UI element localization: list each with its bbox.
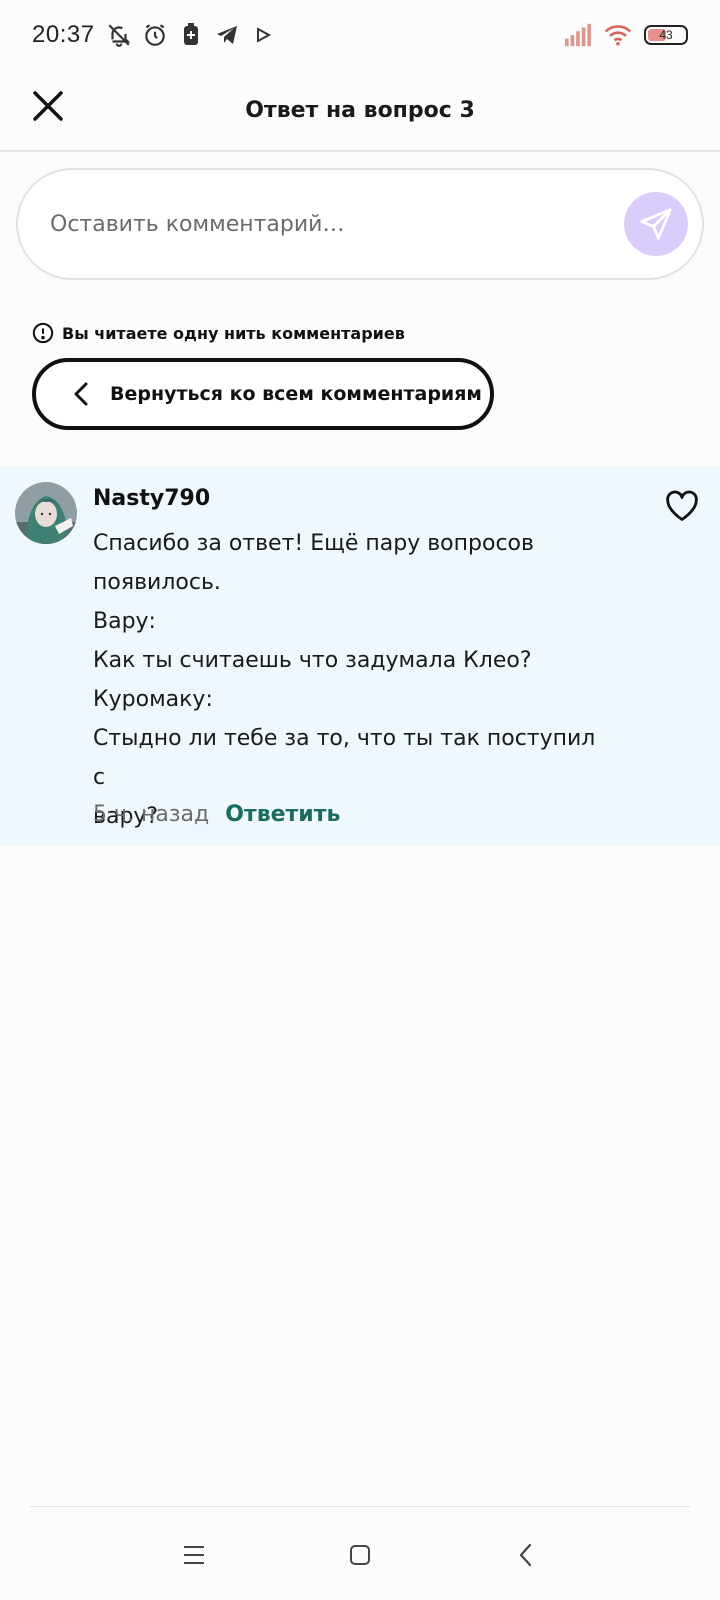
- comment-text: Спасибо за ответ! Ещё пару вопросов появ…: [93, 524, 613, 836]
- comment-line: Стыдно ли тебе за то, что ты так поступи…: [93, 726, 596, 790]
- send-icon: [640, 208, 672, 240]
- comment-meta: 5 ч. назад Ответить: [93, 802, 340, 827]
- close-button[interactable]: [28, 86, 68, 126]
- thread-notice: Вы читаете одну нить комментариев: [32, 322, 405, 344]
- like-button[interactable]: [664, 488, 700, 524]
- comment-line: Куромаку:: [93, 687, 213, 712]
- status-time: 20:37: [32, 21, 95, 48]
- signal-icon: [564, 21, 592, 49]
- menu-icon: [184, 1546, 204, 1564]
- avatar[interactable]: [15, 482, 77, 544]
- nav-divider: [30, 1506, 690, 1507]
- play-icon: [249, 21, 277, 49]
- home-icon: [350, 1545, 370, 1565]
- page-title: Ответ на вопрос 3: [245, 97, 475, 123]
- battery-level: 43: [659, 28, 673, 42]
- comment-timestamp: 5 ч. назад: [93, 802, 210, 827]
- comment-input-container: [16, 168, 704, 280]
- heart-icon: [666, 490, 698, 521]
- comment-input[interactable]: [50, 211, 590, 237]
- alarm-icon: [141, 21, 169, 49]
- header: Ответ на вопрос 3: [0, 70, 720, 152]
- comment-line: Спасибо за ответ! Ещё пару вопросов: [93, 531, 534, 556]
- close-icon: [33, 91, 63, 121]
- comment-line: Как ты считаешь что задумала Клео?: [93, 648, 532, 673]
- battery-icon: 43: [644, 25, 688, 45]
- comment-line: Вару:: [93, 609, 156, 634]
- battery-saver-icon: [177, 21, 205, 49]
- info-icon: [32, 322, 54, 344]
- chevron-left-icon: [62, 374, 102, 414]
- thread-notice-text: Вы читаете одну нить комментариев: [62, 323, 405, 343]
- wifi-icon: [604, 21, 632, 49]
- menu-button[interactable]: [172, 1533, 216, 1577]
- comment-card: Nasty790 Спасибо за ответ! Ещё пару вопр…: [0, 466, 720, 846]
- bell-off-icon: [105, 21, 133, 49]
- back-icon: [519, 1543, 532, 1567]
- comment-line: появилось.: [93, 570, 221, 595]
- back-button[interactable]: [504, 1533, 548, 1577]
- reply-button[interactable]: Ответить: [225, 802, 340, 827]
- status-bar: 20:37 43: [0, 0, 720, 70]
- back-to-all-comments-button[interactable]: Вернуться ко всем комментариям: [32, 358, 494, 430]
- back-button-label: Вернуться ко всем комментариям: [110, 383, 482, 405]
- system-nav-bar: [0, 1530, 720, 1580]
- comment-author[interactable]: Nasty790: [93, 486, 210, 511]
- send-button[interactable]: [624, 192, 688, 256]
- home-button[interactable]: [338, 1533, 382, 1577]
- telegram-icon: [213, 21, 241, 49]
